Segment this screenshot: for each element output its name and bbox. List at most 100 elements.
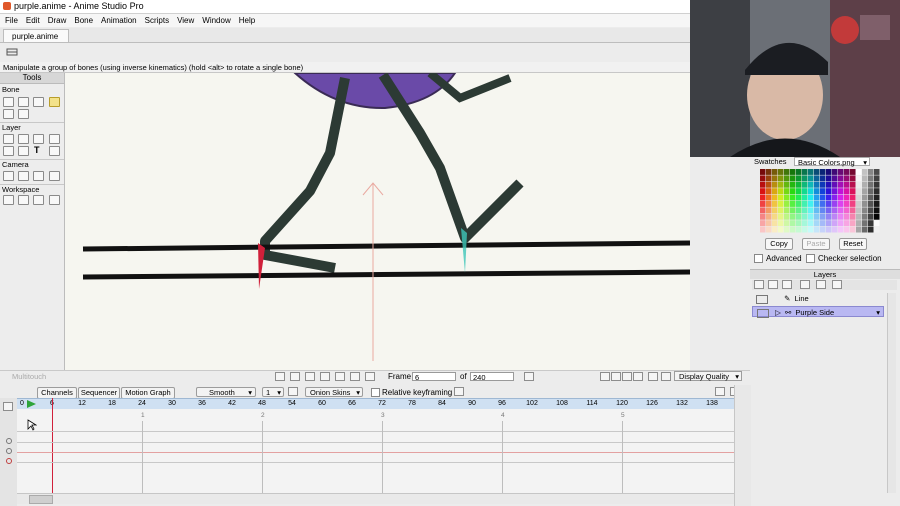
color-swatch[interactable] (760, 226, 766, 233)
color-swatch[interactable] (808, 220, 814, 227)
color-swatch[interactable] (802, 175, 808, 182)
menu-help[interactable]: Help (239, 14, 255, 27)
color-swatch[interactable] (814, 181, 820, 188)
color-swatch[interactable] (862, 188, 868, 195)
color-swatch[interactable] (874, 181, 880, 188)
color-swatch[interactable] (874, 220, 880, 227)
translate-bone-tool[interactable] (18, 97, 29, 107)
color-swatch[interactable] (778, 226, 784, 233)
color-swatch[interactable] (850, 213, 856, 220)
color-swatch[interactable] (790, 220, 796, 227)
color-swatch[interactable] (838, 181, 844, 188)
interval-select[interactable]: 1 ▾ (262, 387, 284, 397)
color-swatch[interactable] (808, 226, 814, 233)
color-swatch[interactable] (820, 194, 826, 201)
color-swatch[interactable] (844, 220, 850, 227)
color-swatch[interactable] (838, 169, 844, 175)
color-swatch[interactable] (838, 213, 844, 220)
color-swatch[interactable] (856, 207, 862, 214)
menu-file[interactable]: File (5, 14, 18, 27)
color-swatch[interactable] (766, 207, 772, 214)
color-swatch[interactable] (802, 207, 808, 214)
color-swatch[interactable] (826, 169, 832, 175)
color-swatch[interactable] (874, 194, 880, 201)
color-swatch[interactable] (772, 220, 778, 227)
expand-triangle-icon[interactable]: ▷ (775, 308, 781, 317)
color-swatch[interactable] (814, 213, 820, 220)
color-swatch[interactable] (868, 220, 874, 227)
bone-strength-tool[interactable] (3, 109, 14, 119)
current-frame-marker[interactable] (52, 398, 53, 493)
color-swatch[interactable] (784, 188, 790, 195)
step-forward-icon[interactable] (350, 372, 360, 381)
roll-camera-tool[interactable] (33, 171, 44, 181)
color-swatch[interactable] (772, 175, 778, 182)
color-swatch[interactable] (868, 181, 874, 188)
color-swatch[interactable] (850, 169, 856, 175)
swatches-tab[interactable]: Swatches (754, 157, 787, 166)
color-swatch[interactable] (838, 201, 844, 207)
interpolation-select[interactable]: Smooth ▾ (196, 387, 256, 397)
bind-layer-tool[interactable] (18, 109, 29, 119)
timeline-horizontal-scrollbar[interactable] (17, 493, 734, 504)
translate-layer-tool[interactable] (18, 134, 29, 144)
color-swatch[interactable] (772, 226, 778, 233)
split-view-icon[interactable] (611, 372, 621, 381)
set-origin-tool[interactable] (3, 134, 14, 144)
color-swatch[interactable] (826, 201, 832, 207)
color-swatch[interactable] (868, 194, 874, 201)
color-swatch[interactable] (838, 175, 844, 182)
color-swatch[interactable] (862, 207, 868, 214)
color-swatch[interactable] (772, 194, 778, 201)
color-swatch[interactable] (856, 169, 862, 175)
layer-settings-icon[interactable] (816, 280, 826, 289)
color-swatch[interactable] (820, 181, 826, 188)
color-swatch[interactable] (832, 169, 838, 175)
color-swatch[interactable] (832, 201, 838, 207)
color-swatch[interactable] (814, 220, 820, 227)
color-swatch[interactable] (784, 226, 790, 233)
fast-forward-icon[interactable] (365, 372, 375, 381)
timeline-tracks[interactable]: 12345 (17, 398, 734, 493)
color-swatch[interactable] (814, 188, 820, 195)
color-swatch[interactable] (778, 175, 784, 182)
menu-bone[interactable]: Bone (74, 14, 93, 27)
color-swatch[interactable] (760, 175, 766, 182)
color-swatch[interactable] (826, 220, 832, 227)
color-swatch[interactable] (856, 220, 862, 227)
color-swatch[interactable] (820, 220, 826, 227)
color-swatch[interactable] (844, 201, 850, 207)
scrollbar-thumb[interactable] (29, 495, 53, 504)
color-swatch[interactable] (784, 194, 790, 201)
color-swatch[interactable] (856, 226, 862, 233)
copy-button[interactable]: Copy (765, 238, 793, 250)
color-swatch[interactable] (808, 207, 814, 214)
color-swatch[interactable] (856, 201, 862, 207)
color-swatch[interactable] (826, 226, 832, 233)
checker-selection-checkbox[interactable] (806, 254, 815, 263)
color-swatch[interactable] (826, 188, 832, 195)
color-swatch[interactable] (850, 181, 856, 188)
color-swatch[interactable] (790, 169, 796, 175)
color-swatch[interactable] (874, 207, 880, 214)
color-swatch[interactable] (826, 175, 832, 182)
color-swatch[interactable] (802, 201, 808, 207)
rotate-layer-tool[interactable] (33, 134, 44, 144)
color-swatch[interactable] (802, 169, 808, 175)
color-swatch[interactable] (808, 194, 814, 201)
select-bone-tool[interactable] (3, 97, 14, 107)
color-swatch[interactable] (784, 201, 790, 207)
timeline-options-icon[interactable] (3, 402, 13, 411)
color-swatch[interactable] (802, 220, 808, 227)
color-swatch[interactable] (862, 169, 868, 175)
rewind-icon[interactable] (275, 372, 285, 381)
menu-window[interactable]: Window (202, 14, 230, 27)
palette-select[interactable]: Basic Colors.png ▾ (794, 157, 870, 167)
color-swatch[interactable] (802, 194, 808, 201)
color-swatch[interactable] (856, 194, 862, 201)
timeline-vertical-scrollbar[interactable] (734, 385, 751, 506)
color-swatch[interactable] (874, 175, 880, 182)
color-swatch[interactable] (808, 175, 814, 182)
color-swatch[interactable] (784, 220, 790, 227)
color-swatch[interactable] (820, 207, 826, 214)
